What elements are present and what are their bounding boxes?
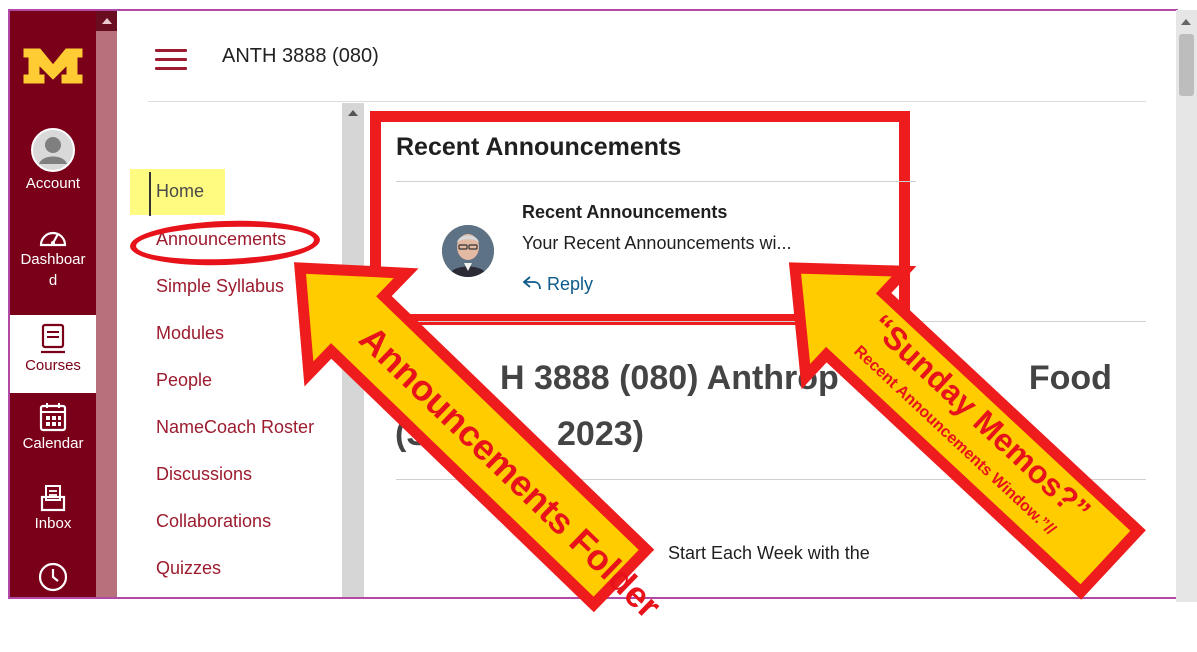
university-logo-icon[interactable] (22, 45, 84, 85)
recent-announcements-title: Recent Announcements (396, 133, 682, 161)
page-heading-line1-start: H 3888 (080) Anthrop (500, 359, 839, 397)
nav-account-label: Account (25, 175, 81, 192)
nav-courses-label: Courses (25, 357, 81, 374)
course-menu-toggle[interactable] (155, 49, 187, 71)
avatar-photo-icon (442, 225, 494, 277)
active-indicator (149, 172, 151, 216)
body-snippet: Start Each Week with the (668, 543, 870, 563)
course-nav-people[interactable]: People (156, 370, 212, 391)
breadcrumb[interactable]: ANTH 3888 (080) (222, 45, 379, 68)
calendar-icon (39, 403, 67, 432)
nav-dashboard-label-line1: Dashboar (20, 251, 86, 268)
announcement-snippet: Your Recent Announcements wi... (522, 233, 792, 253)
author-avatar[interactable] (442, 225, 494, 277)
page-heading-line2: (S 2023) (395, 415, 644, 454)
page-heading-line1-end: Food (1028, 359, 1112, 397)
page-scrollbar[interactable] (1176, 10, 1197, 602)
announcements-circle-annotation (129, 217, 321, 269)
content-divider (396, 321, 1146, 322)
browser-frame: Account Dashboar d Courses Calendar Inbo… (8, 9, 1178, 599)
nav-calendar[interactable]: Calendar (10, 401, 96, 454)
nav-account[interactable]: Account (10, 127, 96, 194)
reply-label: Reply (547, 274, 594, 294)
history-icon (38, 562, 68, 592)
header-divider (148, 101, 1146, 102)
course-nav-discussions[interactable]: Discussions (156, 464, 252, 485)
nav-inbox[interactable]: Inbox (10, 483, 96, 534)
nav-calendar-label: Calendar (22, 435, 84, 452)
course-nav-scrollbar[interactable] (342, 103, 364, 597)
account-icon (31, 128, 75, 172)
course-nav-collaborations[interactable]: Collaborations (156, 511, 271, 532)
dashboard-icon (39, 231, 67, 247)
hamburger-icon (155, 49, 187, 52)
heading-divider (396, 479, 1146, 480)
course-nav-home[interactable]: Home (156, 181, 204, 202)
course-nav-modules[interactable]: Modules (156, 323, 224, 344)
reply-link[interactable]: Reply (522, 274, 593, 295)
course-nav-namecoach-roster[interactable]: NameCoach Roster (156, 417, 314, 438)
nav-history[interactable] (10, 561, 96, 593)
nav-dashboard[interactable]: Dashboar d (10, 223, 96, 291)
course-nav-quizzes[interactable]: Quizzes (156, 558, 221, 579)
announcement-item-title[interactable]: Recent Announcements (522, 202, 727, 223)
global-nav: Account Dashboar d Courses Calendar Inbo… (10, 11, 96, 597)
page-heading-line2-start: (S (395, 415, 429, 453)
nav-inbox-label: Inbox (34, 515, 72, 532)
inbox-icon (40, 485, 66, 512)
nav-dashboard-label-line2: d (48, 272, 58, 289)
page-heading-line1: H 3888 (080) Anthrop Food (500, 359, 1112, 398)
page-heading-line2-end: 2023) (557, 415, 644, 453)
reply-icon (522, 276, 541, 290)
global-nav-scrollbar[interactable] (96, 11, 117, 597)
course-nav-simple-syllabus[interactable]: Simple Syllabus (156, 276, 284, 297)
nav-courses[interactable]: Courses (10, 315, 96, 393)
widget-divider (396, 181, 916, 182)
courses-icon (41, 323, 65, 354)
